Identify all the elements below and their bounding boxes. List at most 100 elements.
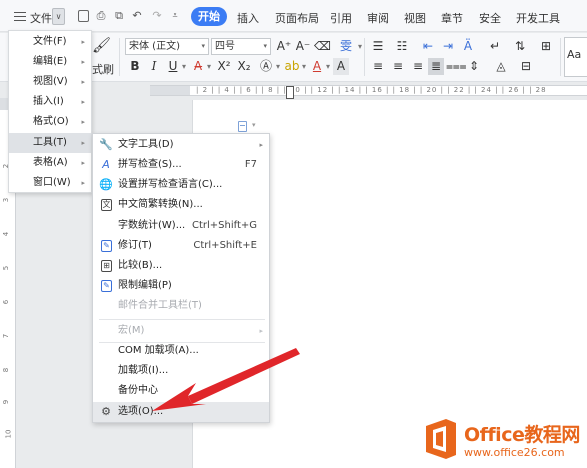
- character-shading-icon[interactable]: A: [333, 58, 349, 75]
- numbered-list-icon[interactable]: ☷: [394, 38, 410, 55]
- print-preview-icon[interactable]: ⧉: [112, 9, 126, 23]
- menu-item-format[interactable]: 格式(O) ▸: [9, 112, 91, 132]
- ruler-number: 6: [2, 299, 11, 305]
- submenu-chevron-icon: ▸: [81, 118, 85, 126]
- hamburger-menu-icon[interactable]: [14, 12, 26, 21]
- menu-item-word-count[interactable]: 字数统计(W)... Ctrl+Shift+G: [93, 216, 269, 236]
- phonetic-guide-icon[interactable]: 雯: [336, 38, 356, 55]
- ruler-number: 3: [2, 197, 11, 203]
- font-name-value: 宋体 (正文): [129, 41, 180, 52]
- justify-icon[interactable]: ≣: [428, 58, 444, 75]
- menu-item-backup-center[interactable]: 备份中心: [93, 381, 269, 401]
- decrease-indent-icon[interactable]: ⇤: [420, 38, 436, 55]
- shading-icon[interactable]: ◬: [493, 58, 509, 75]
- menu-item-label: 工具(T): [33, 137, 67, 148]
- distributed-align-icon[interactable]: ⩶: [446, 58, 467, 75]
- font-color-icon[interactable]: A: [309, 58, 325, 75]
- increase-indent-icon[interactable]: ⇥: [440, 38, 456, 55]
- superscript-icon[interactable]: X²: [216, 58, 232, 75]
- bullet-list-icon[interactable]: ☰: [370, 38, 386, 55]
- chinese-layout-icon[interactable]: Ä: [460, 38, 476, 55]
- font-name-select[interactable]: 宋体 (正文) ▾: [125, 38, 209, 55]
- menu-item-edit[interactable]: 编辑(E) ▸: [9, 52, 91, 72]
- menu-item-restrict-editing[interactable]: ✎ 限制编辑(P): [93, 276, 269, 296]
- style-gallery-preview[interactable]: Aa: [564, 37, 587, 77]
- strikethrough-dropdown-icon[interactable]: ▾: [205, 58, 213, 75]
- menu-item-options[interactable]: ⚙ 选项(O)...: [93, 402, 269, 422]
- tab-insert[interactable]: 插入: [237, 10, 259, 26]
- tab-home[interactable]: 开始: [191, 7, 227, 26]
- tab-references[interactable]: 引用: [330, 10, 352, 26]
- menu-item-label: 加载项(I)...: [118, 365, 169, 376]
- menu-item-compare[interactable]: ⊞ 比较(B)...: [93, 256, 269, 276]
- menu-item-spell-check[interactable]: A 拼写检查(S)... F7: [93, 155, 269, 175]
- menu-item-label: COM 加载项(A)...: [118, 345, 199, 356]
- align-right-icon[interactable]: ≡: [410, 58, 426, 75]
- tab-chapter[interactable]: 章节: [441, 10, 463, 26]
- subscript-icon[interactable]: X₂: [236, 58, 252, 75]
- customize-toolbar-icon[interactable]: ⩡: [168, 9, 182, 23]
- highlight-dropdown-icon[interactable]: ▾: [300, 58, 308, 75]
- horizontal-ruler[interactable]: | 2 | | 4 | | 6 | | 8 | | 10 | | 12 | | …: [190, 85, 587, 96]
- paragraph-borders-icon[interactable]: ⊟: [518, 58, 534, 75]
- menu-item-file[interactable]: 文件(F) ▸: [9, 32, 91, 52]
- show-hide-marks-icon[interactable]: ↵: [487, 38, 503, 55]
- indent-marker-handle[interactable]: [286, 86, 294, 99]
- submenu-chevron-icon: ▸: [81, 98, 85, 106]
- underline-dropdown-icon[interactable]: ▾: [180, 58, 188, 75]
- ruler-number: 10: [4, 429, 13, 439]
- paragraph-layout-dropdown-icon[interactable]: ▾: [252, 121, 256, 129]
- submenu-chevron-icon: ▸: [81, 139, 85, 147]
- line-spacing-icon[interactable]: ⇕: [466, 58, 482, 75]
- menu-item-text-tools[interactable]: 🔧 文字工具(D) ▸: [93, 135, 269, 155]
- format-painter-label[interactable]: 式刷: [92, 61, 114, 77]
- menu-item-window[interactable]: 窗口(W) ▸: [9, 173, 91, 193]
- menu-item-insert[interactable]: 插入(I) ▸: [9, 92, 91, 112]
- align-left-icon[interactable]: ≡: [370, 58, 386, 75]
- font-size-select[interactable]: 四号 ▾: [211, 38, 271, 55]
- bold-button[interactable]: B: [127, 58, 143, 75]
- menu-item-label: 视图(V): [33, 76, 68, 87]
- restrict-edit-icon: ✎: [101, 280, 112, 292]
- menu-item-view[interactable]: 视图(V) ▸: [9, 72, 91, 92]
- paragraph-layout-icon[interactable]: [238, 121, 247, 132]
- menu-item-addins[interactable]: 加载项(I)...: [93, 361, 269, 381]
- highlight-color-icon[interactable]: ab: [284, 58, 300, 75]
- font-color-dropdown-icon[interactable]: ▾: [324, 58, 332, 75]
- menu-item-macro[interactable]: 宏(M) ▸: [93, 321, 269, 341]
- borders-icon[interactable]: ⊞: [538, 38, 554, 55]
- menu-item-tools[interactable]: 工具(T) ▸: [9, 133, 91, 153]
- align-center-icon[interactable]: ≡: [390, 58, 406, 75]
- menu-item-shortcut: F7: [244, 159, 257, 170]
- new-document-icon[interactable]: [78, 10, 89, 22]
- sort-icon[interactable]: ⇅: [512, 38, 528, 55]
- file-dropdown-chevron-icon[interactable]: ∨: [52, 8, 65, 25]
- phonetic-guide-dropdown-icon[interactable]: ▾: [356, 38, 364, 55]
- decrease-font-size-icon[interactable]: A⁻: [295, 38, 311, 55]
- tab-security[interactable]: 安全: [479, 10, 501, 26]
- redo-icon[interactable]: ↷: [150, 9, 164, 23]
- menu-item-spell-language[interactable]: 🌐 设置拼写检查语言(C)...: [93, 175, 269, 195]
- tab-review[interactable]: 审阅: [367, 10, 389, 26]
- print-icon[interactable]: ⎙: [94, 9, 108, 23]
- text-effect-icon[interactable]: Ⓐ: [258, 58, 274, 75]
- text-effect-dropdown-icon[interactable]: ▾: [274, 58, 282, 75]
- menu-item-mail-merge-toolbar[interactable]: 邮件合并工具栏(T): [93, 296, 269, 316]
- ruler-number: 7: [2, 333, 11, 339]
- increase-font-size-icon[interactable]: A⁺: [276, 38, 292, 55]
- menu-item-track-changes[interactable]: ✎ 修订(T) Ctrl+Shift+E: [93, 236, 269, 256]
- strikethrough-icon[interactable]: A̶: [190, 58, 206, 75]
- format-painter-icon[interactable]: 🖌: [92, 37, 111, 54]
- undo-icon[interactable]: ↶: [130, 9, 144, 23]
- italic-button[interactable]: I: [146, 58, 162, 75]
- tab-page-layout[interactable]: 页面布局: [275, 10, 319, 26]
- underline-button[interactable]: U: [165, 58, 181, 75]
- tab-developer-tools[interactable]: 开发工具: [516, 10, 560, 26]
- menu-item-com-addins[interactable]: COM 加载项(A)...: [93, 341, 269, 361]
- tab-view[interactable]: 视图: [404, 10, 426, 26]
- menu-item-label: 选项(O)...: [118, 406, 164, 417]
- menu-item-chinese-conversion[interactable]: 文 中文简繁转换(N)...: [93, 195, 269, 215]
- menu-item-table[interactable]: 表格(A) ▸: [9, 153, 91, 173]
- file-menu-button[interactable]: 文件: [30, 10, 52, 26]
- clear-formatting-icon[interactable]: ⌫: [314, 38, 331, 55]
